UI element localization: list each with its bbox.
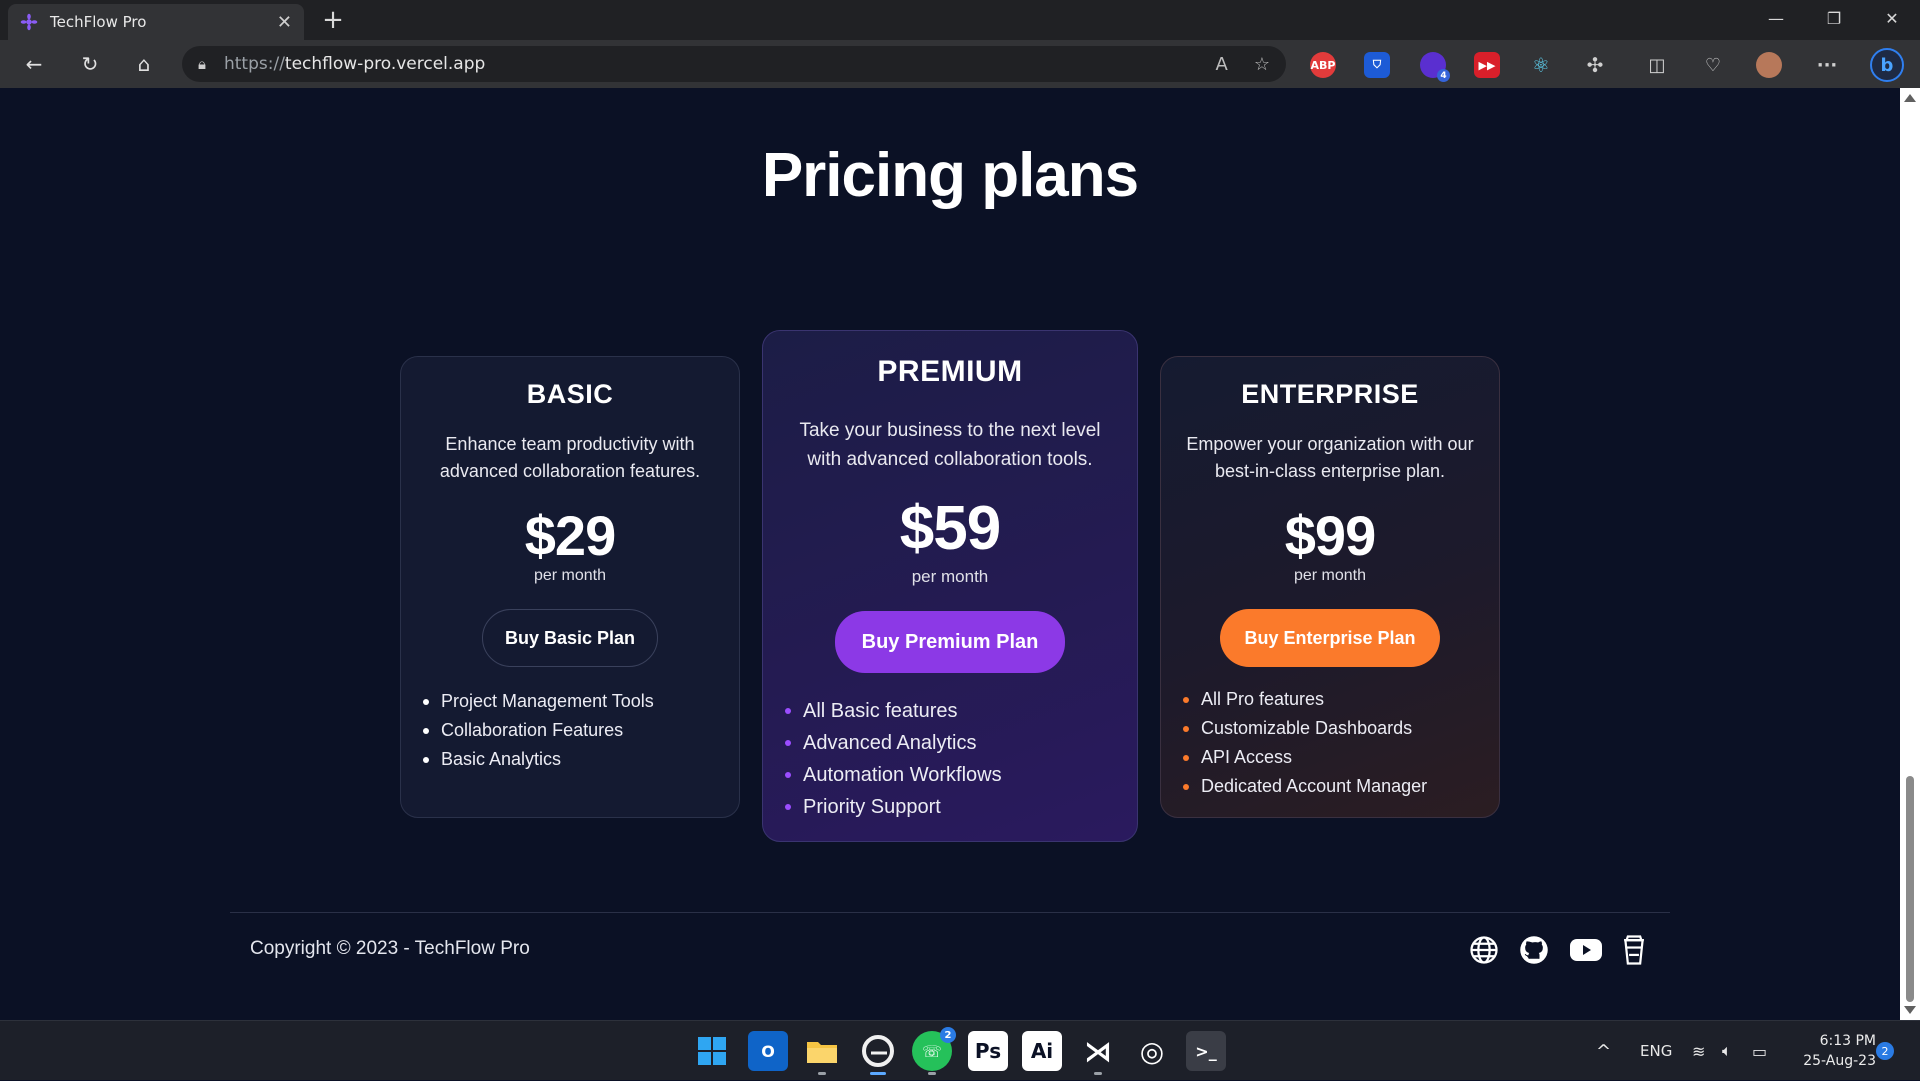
buy-enterprise-plan-button[interactable]: Buy Enterprise Plan: [1220, 609, 1440, 667]
obs-studio-icon[interactable]: ◎: [1132, 1031, 1172, 1071]
extensions-puzzle-icon[interactable]: ✣: [1582, 52, 1608, 78]
footer-copyright: Copyright © 2023 - TechFlow Pro: [250, 938, 530, 959]
page-title: Pricing plans: [761, 141, 1139, 210]
notification-center-icon[interactable]: 2: [1876, 1021, 1894, 1081]
favorite-star-icon[interactable]: ☆: [1254, 54, 1270, 75]
bing-copilot-icon[interactable]: b: [1870, 48, 1904, 82]
vscode-icon[interactable]: ⋊: [1078, 1031, 1118, 1075]
extension-badge-icon[interactable]: 4: [1420, 52, 1450, 82]
restore-icon[interactable]: ❐: [1806, 0, 1862, 40]
read-aloud-icon[interactable]: A: [1216, 54, 1228, 75]
browser-tab[interactable]: TechFlow Pro ✕: [8, 4, 304, 40]
scrollbar-thumb[interactable]: [1906, 776, 1914, 1002]
feature-item: All Pro features: [1181, 685, 1427, 714]
feature-item: Priority Support: [783, 791, 1002, 823]
plan-period: per month: [1293, 567, 1367, 584]
back-icon[interactable]: ←: [16, 48, 52, 80]
split-screen-icon[interactable]: ◫: [1644, 52, 1670, 78]
tab-close-icon[interactable]: ✕: [277, 12, 292, 33]
edge-browser-icon[interactable]: [858, 1031, 898, 1075]
running-indicator: [1094, 1072, 1102, 1075]
outlook-icon[interactable]: O: [748, 1031, 788, 1071]
new-tab-button[interactable]: +: [318, 6, 348, 36]
address-bar[interactable]: 🔒︎ https://techflow-pro.vercel.app A ☆: [182, 46, 1286, 82]
plan-name: ENTERPRISE: [1241, 379, 1419, 409]
feature-item: Advanced Analytics: [783, 727, 1002, 759]
feature-list: Project Management Tools Collaboration F…: [421, 687, 654, 774]
github-icon[interactable]: [1518, 934, 1550, 966]
url-text[interactable]: https://techflow-pro.vercel.app: [224, 54, 1190, 74]
youtube-icon[interactable]: [1568, 934, 1604, 966]
illustrator-icon[interactable]: Ai: [1022, 1031, 1062, 1071]
techflow-logo-icon: [20, 13, 38, 31]
battery-icon[interactable]: ▭: [1752, 1021, 1767, 1081]
feature-item: Customizable Dashboards: [1181, 714, 1427, 743]
feature-list: All Pro features Customizable Dashboards…: [1181, 685, 1427, 801]
notification-count-badge: 2: [1876, 1042, 1894, 1060]
show-hidden-icons-chevron-icon[interactable]: ^: [1596, 1021, 1611, 1081]
whatsapp-badge: 2: [940, 1027, 956, 1043]
adblock-extension-icon[interactable]: ABP: [1310, 52, 1336, 78]
browser-essentials-icon[interactable]: ♡: [1700, 52, 1726, 78]
whatsapp-icon[interactable]: ☏ 2: [912, 1027, 956, 1075]
buy-premium-plan-button[interactable]: Buy Premium Plan: [835, 611, 1065, 673]
globe-icon[interactable]: [1468, 934, 1500, 966]
plan-period: per month: [533, 567, 607, 584]
premium-plan-card: PREMIUM Take your business to the next l…: [762, 330, 1138, 842]
plan-name: PREMIUM: [877, 355, 1023, 388]
browser-tabbar: TechFlow Pro ✕ + — ❐ ✕: [0, 0, 1920, 40]
feature-item: Collaboration Features: [421, 716, 654, 745]
scroll-down-icon[interactable]: [1904, 1006, 1916, 1014]
bitwarden-extension-icon[interactable]: ⛉: [1364, 52, 1390, 78]
windows-start-icon[interactable]: [692, 1031, 732, 1071]
home-icon[interactable]: ⌂: [126, 48, 162, 80]
terminal-icon[interactable]: >_: [1186, 1031, 1226, 1071]
more-menu-icon[interactable]: ···: [1814, 52, 1840, 78]
file-explorer-icon[interactable]: [802, 1031, 842, 1075]
plan-price: $99: [1284, 504, 1376, 567]
reload-icon[interactable]: ↻: [72, 48, 108, 80]
volume-icon[interactable]: 🔈︎: [1722, 1021, 1732, 1081]
running-indicator: [928, 1072, 936, 1075]
feature-item: Project Management Tools: [421, 687, 654, 716]
address-bar-row: ← ↻ ⌂ 🔒︎ https://techflow-pro.vercel.app…: [0, 40, 1920, 88]
clock-date: 25-Aug-23: [1803, 1053, 1876, 1069]
plan-period: per month: [911, 567, 989, 586]
feature-item: Dedicated Account Manager: [1181, 772, 1427, 801]
buy-basic-plan-button[interactable]: Buy Basic Plan: [482, 609, 658, 667]
plan-description: Empower your organization with our best-…: [1186, 434, 1474, 481]
plan-price: $59: [899, 494, 1001, 563]
language-indicator[interactable]: ENG: [1640, 1021, 1672, 1081]
youtube-extension-icon[interactable]: ▶▶: [1474, 52, 1500, 78]
feature-list: All Basic features Advanced Analytics Au…: [783, 695, 1002, 823]
windows-taskbar: O ☏ 2 Ps Ai ⋊ ◎ >_ ^ ENG ≋ 🔈︎ ▭ 6:13 PM …: [0, 1020, 1920, 1080]
footer-divider: [230, 912, 1670, 913]
wifi-icon[interactable]: ≋: [1692, 1021, 1705, 1081]
react-devtools-icon[interactable]: ⚛: [1528, 52, 1554, 78]
scrollbar[interactable]: [1900, 88, 1920, 1020]
photoshop-icon[interactable]: Ps: [968, 1031, 1008, 1071]
feature-item: Basic Analytics: [421, 745, 654, 774]
tab-title: TechFlow Pro: [50, 13, 147, 31]
system-clock[interactable]: 6:13 PM 25-Aug-23: [1803, 1031, 1876, 1071]
plan-price: $29: [524, 504, 616, 567]
basic-plan-card: BASIC Enhance team productivity with adv…: [400, 356, 740, 818]
clock-time: 6:13 PM: [1819, 1033, 1876, 1049]
plan-name: BASIC: [526, 379, 614, 409]
lock-icon[interactable]: 🔒︎: [198, 55, 206, 73]
feature-item: API Access: [1181, 743, 1427, 772]
profile-avatar[interactable]: [1756, 52, 1782, 78]
enterprise-plan-card: ENTERPRISE Empower your organization wit…: [1160, 356, 1500, 818]
feature-item: All Basic features: [783, 695, 1002, 727]
scroll-up-icon[interactable]: [1904, 94, 1916, 102]
minimize-icon[interactable]: —: [1748, 0, 1804, 40]
plan-description: Take your business to the next level wit…: [799, 420, 1101, 470]
running-indicator: [818, 1072, 826, 1075]
feature-item: Automation Workflows: [783, 759, 1002, 791]
close-window-icon[interactable]: ✕: [1864, 0, 1920, 40]
active-indicator: [870, 1072, 886, 1075]
coffee-cup-icon[interactable]: [1618, 934, 1650, 966]
extension-count-badge: 4: [1437, 69, 1450, 82]
plan-description: Enhance team productivity with advanced …: [439, 434, 701, 481]
